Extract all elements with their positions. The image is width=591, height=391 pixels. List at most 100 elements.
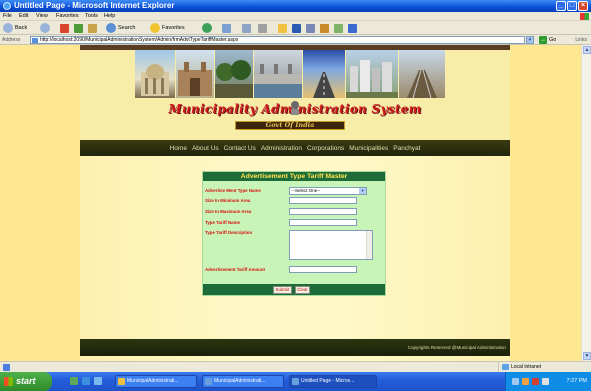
clear-button[interactable]: Clear: [295, 286, 310, 294]
search-button[interactable]: Search: [106, 23, 135, 33]
research-icon: [320, 23, 329, 33]
forward-button[interactable]: [40, 23, 52, 33]
menu-favorites[interactable]: Favorites: [56, 13, 79, 19]
max-area-label: Size In Maximum Area: [205, 209, 252, 214]
national-emblem-icon: [291, 101, 299, 115]
tariff-amount-label: Advertisement Tariff Amount: [205, 267, 266, 272]
menu-tools[interactable]: Tools: [85, 13, 98, 19]
min-area-input[interactable]: [289, 197, 357, 204]
form-row-type: Advertise Ment Type Name --Select One-- …: [203, 187, 385, 195]
tariff-name-input[interactable]: [289, 219, 357, 226]
messenger-quicklaunch-icon[interactable]: [94, 377, 102, 385]
folder-button[interactable]: [278, 23, 289, 33]
nav-corporations[interactable]: Corporations: [307, 145, 344, 152]
vs-icon: [118, 378, 125, 385]
taskbar-item-1[interactable]: MunicipalAdministrati...: [115, 375, 197, 388]
show-desktop-icon[interactable]: [70, 377, 78, 385]
address-dropdown-button[interactable]: ▾: [526, 36, 534, 44]
tariff-amount-input[interactable]: [289, 266, 357, 273]
refresh-button[interactable]: [74, 23, 85, 33]
home-button[interactable]: [88, 23, 99, 33]
road-image: [313, 72, 335, 98]
form-row-tariff-amount: Advertisement Tariff Amount: [203, 266, 385, 274]
form-button-bar: Submit Clear: [203, 284, 385, 295]
go-button[interactable]: → Go: [539, 36, 556, 44]
window-titlebar: Untitled Page - Microsoft Internet Explo…: [0, 0, 591, 12]
system-tray: 7:27 PM: [505, 372, 591, 391]
scroll-up-icon[interactable]: ▲: [583, 46, 591, 54]
page-viewport: Municipality Administration System Govt …: [0, 45, 581, 361]
discuss-icon: [306, 23, 315, 33]
submit-button[interactable]: Submit: [273, 286, 292, 294]
taskbar-item-2[interactable]: MunicipalAdministrati...: [202, 375, 284, 388]
scroll-down-icon[interactable]: ▼: [583, 352, 591, 360]
back-button[interactable]: Back: [3, 23, 27, 33]
copyright-text: Copyrights Reserved @Municipal Administr…: [407, 345, 506, 350]
trees-image: [215, 60, 253, 98]
mail-button[interactable]: [242, 23, 253, 33]
banner-photo-city: [346, 50, 398, 98]
media-button[interactable]: [202, 23, 214, 33]
tariff-description-textarea[interactable]: [289, 230, 373, 260]
address-bar: Address http://localhost:2090/MunicipalA…: [0, 35, 591, 45]
vertical-scrollbar[interactable]: ▲ ▼: [581, 45, 591, 361]
ie-quicklaunch-icon[interactable]: [82, 377, 90, 385]
tray-app-icon[interactable]: [522, 378, 529, 385]
menu-edit[interactable]: Edit: [19, 13, 28, 19]
word-icon: [292, 23, 301, 33]
stop-button[interactable]: [60, 23, 71, 33]
volume-icon[interactable]: [542, 378, 549, 385]
favorites-button[interactable]: Favorites: [150, 23, 185, 33]
site-page: Municipality Administration System Govt …: [80, 45, 510, 361]
max-area-input[interactable]: [289, 208, 357, 215]
windows-flag-icon: [580, 13, 589, 20]
taskbar-item-3[interactable]: Untitled Page - Micros...: [289, 375, 377, 388]
bluetooth-button[interactable]: [348, 23, 359, 33]
history-button[interactable]: [222, 23, 233, 33]
home-icon: [88, 23, 97, 33]
start-label: start: [16, 376, 36, 386]
links-button[interactable]: Links: [575, 37, 587, 43]
taskbar: start MunicipalAdministrati... Municipal…: [0, 372, 591, 391]
nav-municipalities[interactable]: Municipalities: [349, 145, 388, 152]
minimize-button[interactable]: _: [556, 1, 566, 11]
forward-arrow-icon: [40, 23, 50, 33]
start-button[interactable]: start: [0, 372, 52, 391]
menu-view[interactable]: View: [36, 13, 48, 19]
antivirus-icon[interactable]: [532, 378, 539, 385]
advertisement-type-selected: --Select One--: [292, 188, 321, 193]
star-icon: [150, 23, 160, 33]
textarea-scrollbar[interactable]: [366, 231, 372, 259]
media-icon: [202, 23, 212, 33]
min-area-label: Size In Minimum Area: [205, 198, 251, 203]
status-bar: Local intranet: [0, 361, 591, 372]
advertisement-type-select[interactable]: --Select One-- ▼: [289, 187, 367, 195]
print-button[interactable]: [258, 23, 269, 33]
nav-contact-us[interactable]: Contact Us: [224, 145, 256, 152]
nav-home[interactable]: Home: [170, 145, 187, 152]
back-arrow-icon: [3, 23, 13, 33]
nav-administration[interactable]: Administration: [261, 145, 302, 152]
menu-file[interactable]: File: [3, 13, 12, 19]
close-button[interactable]: ×: [578, 1, 588, 11]
done-page-icon: [3, 364, 10, 371]
maximize-button[interactable]: □: [567, 1, 577, 11]
banner-photo-rail: [399, 50, 445, 98]
address-input[interactable]: http://localhost:2090/MunicipalAdministr…: [30, 36, 525, 44]
form-row-min-area: Size In Minimum Area: [203, 197, 385, 205]
banner-photo-palace: [176, 50, 214, 98]
taskbar-item-3-label: Untitled Page - Micros...: [301, 378, 355, 384]
discuss-button[interactable]: [306, 23, 317, 33]
banner-photo-dam: [254, 50, 302, 98]
research-button[interactable]: [320, 23, 331, 33]
word-button[interactable]: [292, 23, 303, 33]
nav-about-us[interactable]: About Us: [192, 145, 219, 152]
page-icon: [32, 38, 38, 43]
messenger-button[interactable]: [334, 23, 345, 33]
tariff-name-label: Type Tariff Name: [205, 220, 240, 225]
nav-panchyat[interactable]: Panchyat: [393, 145, 420, 152]
menu-help[interactable]: Help: [104, 13, 115, 19]
form-row-tariff-desc: Type Tariff Description: [203, 230, 385, 262]
railway-image: [407, 69, 437, 98]
network-icon[interactable]: [512, 378, 519, 385]
